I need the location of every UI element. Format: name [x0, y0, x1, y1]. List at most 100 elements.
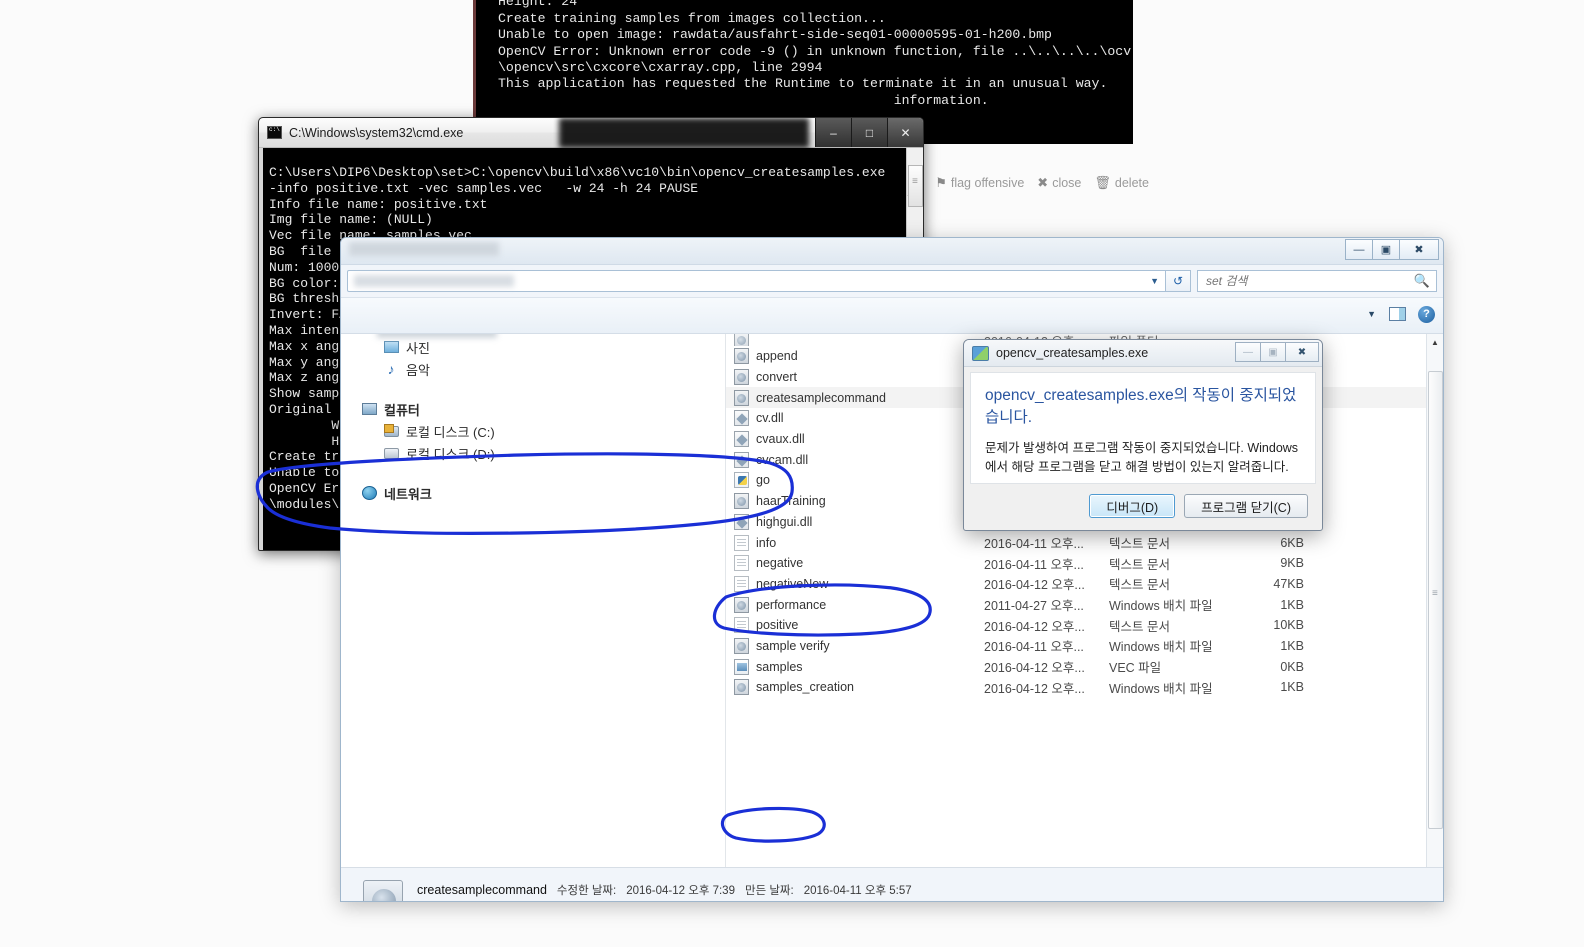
dll-file-icon [734, 410, 749, 427]
bat-file-icon [734, 637, 749, 654]
console-line: Create training samples from images coll… [498, 10, 886, 26]
crash-dialog-heading: opencv_createsamples.exe의 작동이 중지되었습니다. [985, 387, 1297, 426]
search-box[interactable]: 🔍 [1197, 270, 1437, 292]
crash-dialog-body: opencv_createsamples.exe의 작동이 중지되었습니다. 문… [970, 372, 1316, 484]
minimize-button[interactable]: ― [1345, 239, 1373, 260]
file-name-cell: convert [734, 369, 984, 386]
breadcrumb[interactable]: ▼ [347, 270, 1166, 292]
nav-item-network[interactable]: 네트워크 [341, 482, 725, 504]
close-button[interactable]: ✕ [887, 118, 923, 147]
table-row[interactable]: samples 2016-04-12 오후... VEC 파일 0KB [726, 656, 1443, 677]
file-date: 2016-04-11 오후... [984, 537, 1084, 552]
post-action-flag-offensive[interactable]: ⚑ flag offensive [935, 175, 1024, 191]
view-layout-icon[interactable] [1388, 305, 1406, 323]
file-name-cell: samples [734, 658, 984, 675]
vec-file-icon [734, 658, 749, 675]
file-list-scrollbar[interactable]: ▲ [1426, 334, 1443, 867]
explorer-status-bar: createsamplecommand 수정한 날짜: 2016-04-12 오… [341, 867, 1443, 903]
minimize-button[interactable]: – [815, 118, 851, 147]
file-name-cell: createsamplecommand [734, 389, 984, 406]
table-row[interactable]: info 2016-04-11 오후... 텍스트 문서 6KB [726, 532, 1443, 553]
minimize-button[interactable]: ― [1235, 342, 1261, 362]
table-row[interactable]: positive 2016-04-12 오후... 텍스트 문서 10KB [726, 615, 1443, 636]
table-row[interactable]: negativeNew 2016-04-12 오후... 텍스트 문서 47KB [726, 574, 1443, 595]
file-name-cell: append [734, 348, 984, 365]
crash-dialog[interactable]: opencv_createsamples.exe ― ▣ ✖ opencv_cr… [963, 339, 1323, 531]
console-line: Unable to open image: rawdata/ausfahrt-s… [498, 27, 1052, 43]
post-action-label: close [1052, 176, 1082, 190]
table-row[interactable]: performance 2011-04-27 오후... Windows 배치 파일… [726, 594, 1443, 615]
chevron-down-icon[interactable]: ▼ [1150, 276, 1159, 286]
scroll-up-arrow-icon[interactable]: ▲ [1427, 334, 1443, 351]
file-name-cell: cvaux.dll [734, 431, 984, 448]
close-button[interactable]: ✖ [1399, 239, 1439, 260]
file-date: 2016-04-12 오후... [984, 681, 1085, 696]
file-date: 2016-04-12 오후... [984, 619, 1085, 634]
bat-file-icon [734, 679, 749, 696]
file-list-scroll-thumb[interactable] [1428, 371, 1443, 829]
file-name: info [756, 535, 777, 550]
crash-dialog-title-bar[interactable]: opencv_createsamples.exe ― ▣ ✖ [964, 340, 1322, 367]
file-type: 텍스트 문서 [1109, 578, 1170, 593]
file-date: 2016-04-12 오후... [984, 578, 1085, 593]
explorer-window-buttons: ― ▣ ✖ [1345, 239, 1439, 260]
nav-item-pictures[interactable]: 사진 [341, 336, 725, 358]
file-date: 2011-04-27 오후... [984, 599, 1084, 614]
maximize-button[interactable]: □ [851, 118, 887, 147]
status-file-type: Windows 배치 파일 [417, 902, 512, 903]
file-name: convert [756, 370, 797, 385]
search-input[interactable] [1204, 273, 1404, 289]
file-date: 2016-04-11 오후... [984, 640, 1084, 655]
close-button[interactable]: ✖ [1285, 342, 1319, 362]
txt-file-icon [734, 534, 749, 551]
post-action-label: flag offensive [950, 176, 1025, 190]
help-icon[interactable]: ? [1418, 305, 1435, 323]
crash-dialog-window-buttons: ― ▣ ✖ [1235, 342, 1319, 362]
nav-item-label: 로컬 디스크 (C:) [406, 424, 495, 440]
nav-item-label: 네트워크 [384, 486, 432, 502]
explorer-address-bar: ▼ ↺ 🔍 [341, 265, 1443, 298]
table-row[interactable]: samples_creation 2016-04-12 오후... Windows … [726, 677, 1443, 698]
disk-d-icon [383, 445, 399, 461]
file-type: 텍스트 문서 [1109, 619, 1170, 634]
nav-item-disk-c[interactable]: 로컬 디스크 (C:) [341, 420, 725, 442]
file-name-cell: cvcam.dll [734, 451, 984, 468]
cmd-title-text: C:\Windows\system32\cmd.exe [289, 125, 464, 140]
app-window-icon [972, 345, 989, 361]
debug-button[interactable]: 디버그(D) [1089, 494, 1176, 518]
post-action-close[interactable]: ✖ close [1037, 175, 1081, 191]
search-icon[interactable]: 🔍 [1414, 273, 1430, 289]
status-created-value: 2016-04-11 오후 5:57 [803, 884, 912, 897]
file-name: highgui.dll [756, 514, 813, 529]
explorer-title-bar[interactable]: ― ▣ ✖ [341, 238, 1443, 265]
post-action-delete[interactable]: 🗑 delete [1094, 175, 1149, 191]
file-name: positive [756, 618, 799, 633]
cmd-scroll-thumb[interactable] [908, 165, 923, 207]
pictures-icon [383, 339, 399, 355]
close-program-button[interactable]: 프로그램 닫기(C) [1184, 494, 1308, 518]
nav-item-computer[interactable]: 컬퓨터 [341, 398, 725, 420]
refresh-icon[interactable]: ↺ [1166, 270, 1191, 292]
cmd-title-bar[interactable]: C:\Windows\system32\cmd.exe – □ ✕ [259, 118, 923, 148]
nav-item-label: 음악 [406, 362, 430, 378]
dll-file-icon [734, 431, 749, 448]
file-name: haarTraining [756, 494, 826, 509]
console-line: Height: 24 [498, 0, 578, 10]
restore-button[interactable]: ▣ [1372, 239, 1400, 260]
file-name: go [756, 473, 770, 488]
bat-file-icon [734, 596, 749, 613]
crash-dialog-footer: 디버그(D) 프로그램 닫기(C) [964, 484, 1322, 528]
table-row[interactable]: sample verify 2016-04-11 오후... Windows 배치 … [726, 636, 1443, 657]
table-row[interactable]: negative 2016-04-11 오후... 텍스트 문서 9KB [726, 553, 1443, 574]
cmd-line: C:\Users\DIP6\Desktop\set>C:\opencv\buil… [269, 165, 886, 180]
nav-item-music[interactable]: ♪ 음악 [341, 358, 725, 380]
explorer-window[interactable]: ― ▣ ✖ ▼ ↺ 🔍 ▼ ? [340, 237, 1444, 902]
chevron-down-icon[interactable]: ▼ [1367, 309, 1376, 319]
toolbar-right-controls: ▼ ? [1367, 305, 1435, 323]
status-modified-value: 2016-04-12 오후 7:39 [626, 884, 735, 897]
file-type: 텍스트 문서 [1109, 557, 1170, 572]
maximize-button[interactable]: ▣ [1260, 342, 1286, 362]
file-type: 텍스트 문서 [1109, 537, 1170, 552]
nav-item-disk-d[interactable]: 로컬 디스크 (D:) [341, 442, 725, 464]
